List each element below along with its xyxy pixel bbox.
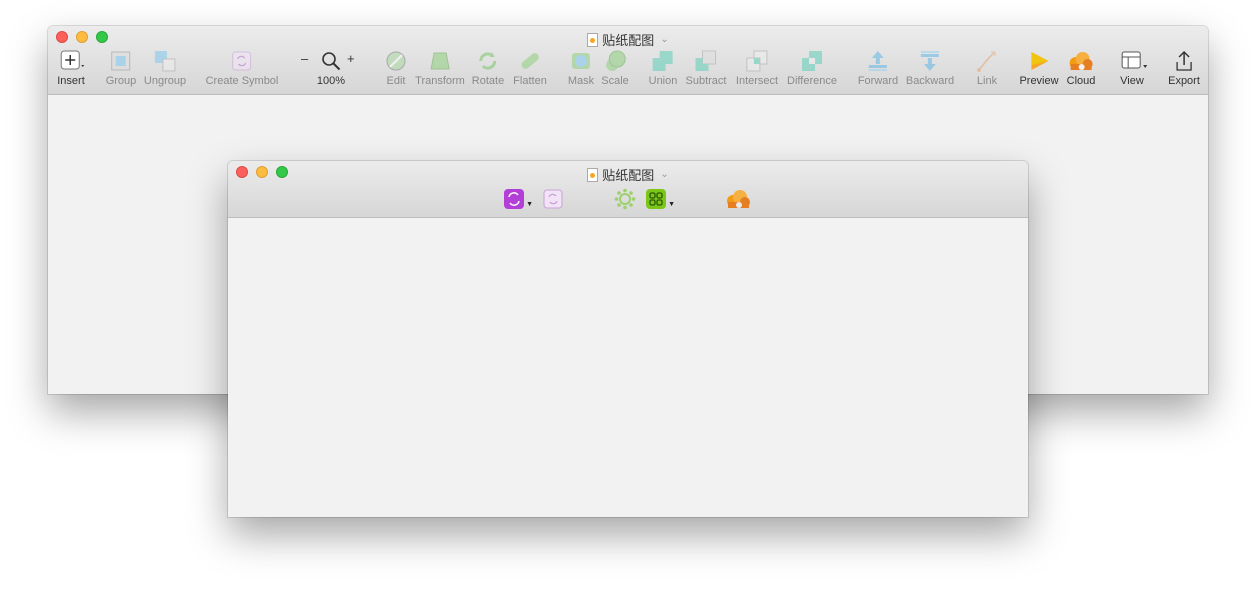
document-title[interactable]: 贴纸配图 ⌄	[228, 165, 1028, 184]
document-title-text: 贴纸配图	[602, 33, 655, 48]
sync-icon	[504, 189, 524, 209]
sync-disabled-icon	[543, 189, 563, 209]
symbol-icon	[231, 50, 253, 72]
document-icon	[587, 167, 599, 182]
export-icon	[1173, 50, 1195, 72]
zoom-icons: – +	[301, 50, 361, 72]
caret-down-icon: ▼	[526, 201, 533, 208]
titlebar: 贴纸配图 ⌄ Insert Group Ungroup Create Symbo…	[48, 26, 1208, 95]
scale-button[interactable]: Scale	[601, 50, 629, 87]
document-icon	[587, 32, 599, 47]
document-title[interactable]: 贴纸配图 ⌄	[48, 30, 1208, 49]
mask-icon	[570, 50, 592, 72]
chevron-down-icon: ⌄	[660, 34, 669, 45]
titlebar: 贴纸配图 ⌄ ▼ ▼	[228, 161, 1028, 218]
canvas[interactable]	[228, 218, 1028, 517]
group-icon	[110, 50, 132, 72]
transform-icon	[429, 50, 451, 72]
chevron-down-icon: ⌄	[660, 169, 669, 180]
create-symbol-button[interactable]: Create Symbol	[206, 50, 278, 87]
front-window: 贴纸配图 ⌄ ▼ ▼	[228, 161, 1028, 517]
preview-button[interactable]: Preview	[1019, 50, 1059, 87]
cloud-icon	[1068, 50, 1094, 72]
zoom-in-button[interactable]: +	[347, 51, 355, 66]
forward-button[interactable]: Forward	[858, 50, 898, 87]
union-button[interactable]: Union	[649, 50, 677, 87]
transform-button[interactable]: Transform	[415, 50, 465, 87]
group-button[interactable]: Group	[106, 50, 136, 87]
subtract-button[interactable]: Subtract	[686, 50, 726, 87]
union-icon	[652, 50, 674, 72]
rotate-icon	[477, 50, 499, 72]
grid-plugin-button[interactable]: ▼	[645, 188, 675, 210]
link-icon	[976, 50, 998, 72]
magnifier-icon	[322, 52, 341, 71]
grid-icon	[646, 189, 666, 209]
cloud-button[interactable]	[725, 188, 751, 210]
document-title-text: 贴纸配图	[602, 168, 655, 183]
sync-disabled-button[interactable]	[542, 188, 564, 210]
caret-down-icon: ▼	[668, 201, 675, 208]
bring-forward-icon	[867, 50, 889, 72]
plus-icon	[60, 50, 84, 72]
intersect-icon	[746, 50, 768, 72]
zoom-level: 100%	[316, 75, 346, 87]
insert-button[interactable]: Insert	[57, 50, 85, 87]
intersect-button[interactable]: Intersect	[736, 50, 778, 87]
send-backward-icon	[919, 50, 941, 72]
backward-button[interactable]: Backward	[906, 50, 954, 87]
ungroup-icon	[154, 50, 176, 72]
play-icon	[1028, 50, 1050, 72]
subtract-icon	[695, 50, 717, 72]
mask-button[interactable]: Mask	[568, 50, 594, 87]
zoom-control[interactable]: – + 100%	[301, 50, 361, 87]
ungroup-button[interactable]: Ungroup	[144, 50, 186, 87]
symbol-sync-plugin-button[interactable]: ▼	[503, 188, 533, 210]
gear-icon	[614, 188, 636, 210]
view-button[interactable]: View	[1120, 50, 1147, 87]
export-button[interactable]: Export	[1168, 50, 1200, 87]
toolbar: Insert Group Ungroup Create Symbol – + 1…	[48, 50, 1208, 92]
zoom-out-button[interactable]: –	[301, 51, 308, 66]
flatten-button[interactable]: Flatten	[513, 50, 547, 87]
scale-icon	[604, 50, 626, 72]
rotate-button[interactable]: Rotate	[472, 50, 504, 87]
edit-icon	[385, 50, 407, 72]
view-icon	[1121, 50, 1147, 72]
difference-icon	[801, 50, 823, 72]
difference-button[interactable]: Difference	[787, 50, 837, 87]
edit-button[interactable]: Edit	[385, 50, 407, 87]
flatten-icon	[519, 50, 541, 72]
link-button[interactable]: Link	[976, 50, 998, 87]
cloud-button[interactable]: Cloud	[1067, 50, 1095, 87]
cloud-icon	[727, 190, 750, 208]
settings-plugin-button[interactable]	[614, 188, 636, 210]
